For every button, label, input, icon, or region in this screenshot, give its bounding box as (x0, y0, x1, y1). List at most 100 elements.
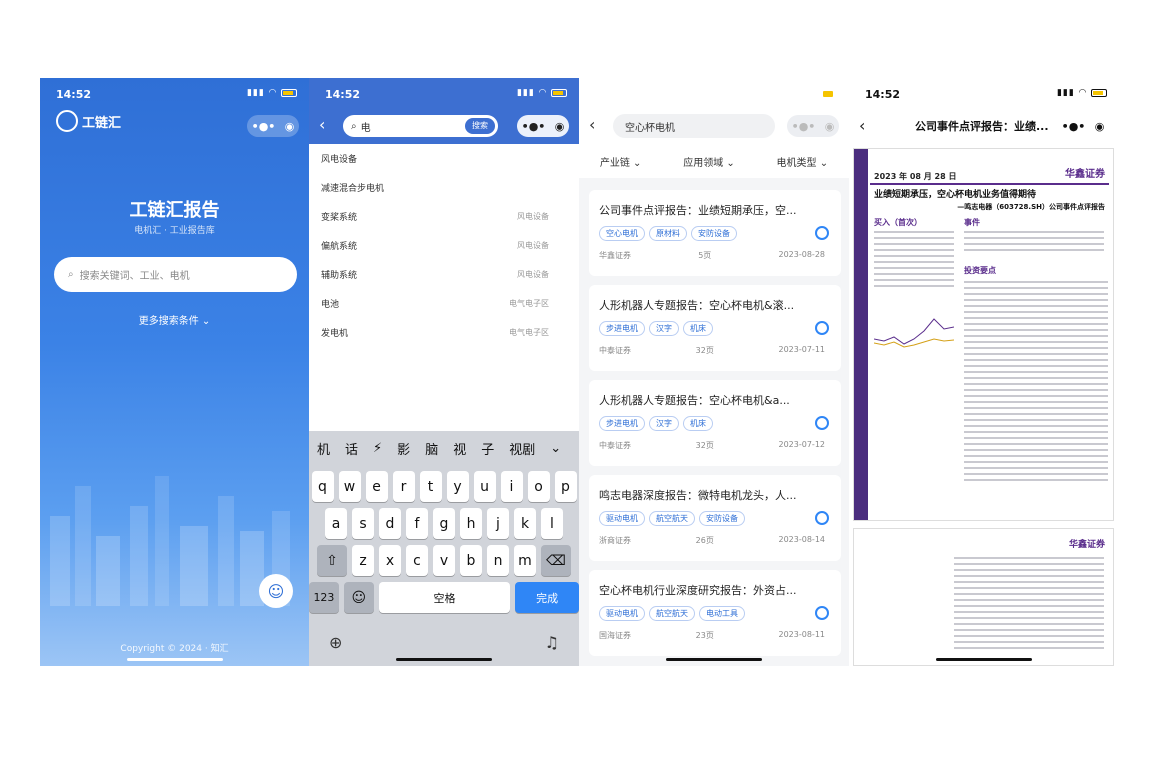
letter-key[interactable]: x (379, 545, 401, 576)
candidate-word[interactable]: 子 (481, 439, 494, 458)
letter-key[interactable]: j (487, 508, 509, 539)
letter-key[interactable]: c (406, 545, 428, 576)
candidate-word[interactable]: 影 (397, 439, 410, 458)
tag-chip[interactable]: 电动工具 (699, 606, 745, 621)
close-icon[interactable]: ◉ (555, 120, 565, 133)
tag-chip[interactable]: 驱动电机 (599, 511, 645, 526)
suggestion-item[interactable]: 风电设备 (309, 144, 579, 173)
more-icon[interactable]: •●• (792, 120, 816, 133)
tag-chip[interactable]: 驱动电机 (599, 606, 645, 621)
letter-key[interactable]: s (352, 508, 374, 539)
tag-chip[interactable]: 步进电机 (599, 416, 645, 431)
letter-key[interactable]: k (514, 508, 536, 539)
report-card[interactable]: 空心杯电机行业深度研究报告：外资占... 驱动电机 航空航天 电动工具 国海证券 23页 2… (589, 570, 841, 656)
miniapp-capsule[interactable]: •●• ◉ (1057, 115, 1109, 137)
letter-key[interactable]: w (338, 471, 361, 502)
done-key[interactable]: 完成 (515, 582, 579, 613)
tag-chip[interactable]: 空心电机 (599, 226, 645, 241)
tag-chip[interactable]: 安防设备 (699, 511, 745, 526)
candidate-word[interactable]: 话 (345, 439, 358, 458)
letter-key[interactable]: a (325, 508, 347, 539)
miniapp-capsule[interactable]: •●• ◉ (247, 115, 299, 137)
close-icon[interactable]: ◉ (285, 120, 295, 133)
candidate-word[interactable]: 脑 (425, 439, 438, 458)
assistant-robot-button[interactable]: ☺ (259, 574, 293, 608)
tag-chip[interactable]: 航空航天 (649, 511, 695, 526)
letter-key[interactable]: v (433, 545, 455, 576)
letter-key[interactable]: b (460, 545, 482, 576)
more-icon[interactable]: •●• (1062, 120, 1086, 133)
letter-key[interactable]: r (392, 471, 415, 502)
letter-key[interactable]: o (527, 471, 550, 502)
filter-dropdown[interactable]: 应用领域 ⌄ (683, 154, 735, 169)
search-input[interactable]: ⌕ 电 搜索 (343, 115, 498, 137)
letter-key[interactable]: y (446, 471, 469, 502)
delete-key[interactable]: ⌫ (541, 545, 571, 576)
candidate-word[interactable]: ⚡ (373, 441, 382, 456)
refresh-icon[interactable] (815, 416, 829, 430)
more-filters-link[interactable]: 更多搜索条件 ⌄ (40, 312, 309, 327)
report-card[interactable]: 人形机器人专题报告：空心杯电机&a... 步进电机 汉字 机床 中泰证券 32页 2023-… (589, 380, 841, 466)
suggestion-item[interactable]: 偏航系统 风电设备 (309, 231, 579, 260)
tag-chip[interactable]: 步进电机 (599, 321, 645, 336)
back-icon[interactable]: ‹ (859, 116, 865, 135)
tag-chip[interactable]: 安防设备 (691, 226, 737, 241)
report-page-2[interactable]: 华鑫证券 (853, 528, 1114, 666)
more-icon[interactable]: •●• (522, 120, 546, 133)
letter-key[interactable]: z (352, 545, 374, 576)
suggestion-item[interactable]: 变桨系统 风电设备 (309, 202, 579, 231)
letter-key[interactable]: q (311, 471, 334, 502)
close-icon[interactable]: ◉ (1095, 120, 1105, 133)
letter-key[interactable]: u (473, 471, 496, 502)
candidate-word[interactable]: 视 (453, 439, 466, 458)
space-key[interactable]: 空格 (378, 582, 511, 613)
tag-chip[interactable]: 机床 (683, 416, 713, 431)
letter-key[interactable]: d (379, 508, 401, 539)
letter-key[interactable]: i (500, 471, 523, 502)
candidate-word[interactable]: 机 (317, 439, 330, 458)
letter-key[interactable]: m (514, 545, 536, 576)
tag-chip[interactable]: 原材料 (649, 226, 687, 241)
letter-key[interactable]: p (554, 471, 577, 502)
numbers-key[interactable]: 123 (309, 582, 339, 613)
refresh-icon[interactable] (815, 511, 829, 525)
report-card[interactable]: 公司事件点评报告：业绩短期承压，空... 空心电机 原材料 安防设备 华鑫证券 5页 202… (589, 190, 841, 276)
refresh-icon[interactable] (815, 321, 829, 335)
report-page-1[interactable]: 2023 年 08 月 28 日 华鑫证券 业绩短期承压，空心杯电机业务值得期待… (853, 148, 1114, 521)
tag-chip[interactable]: 航空航天 (649, 606, 695, 621)
suggestion-item[interactable]: 减速混合步电机 (309, 173, 579, 202)
search-button[interactable]: 搜索 (465, 118, 495, 134)
letter-key[interactable]: e (365, 471, 388, 502)
close-icon[interactable]: ◉ (825, 120, 835, 133)
letter-key[interactable]: n (487, 545, 509, 576)
candidate-word[interactable]: 视剧 (509, 439, 535, 458)
shift-key[interactable]: ⇧ (317, 545, 347, 576)
emoji-key[interactable]: ☺ (343, 582, 374, 613)
suggestion-item[interactable]: 发电机 电气电子区 (309, 318, 579, 347)
suggestion-item[interactable]: 辅助系统 风电设备 (309, 260, 579, 289)
globe-icon[interactable]: ⊕ (329, 633, 342, 652)
back-icon[interactable]: ‹ (589, 115, 595, 134)
back-icon[interactable]: ‹ (319, 115, 325, 134)
more-icon[interactable]: •●• (252, 120, 276, 133)
miniapp-capsule[interactable]: •●• ◉ (517, 115, 569, 137)
letter-key[interactable]: h (460, 508, 482, 539)
miniapp-capsule[interactable]: •●• ◉ (787, 115, 839, 137)
tag-chip[interactable]: 汉字 (649, 321, 679, 336)
letter-key[interactable]: f (406, 508, 428, 539)
letter-key[interactable]: g (433, 508, 455, 539)
candidate-word[interactable]: ⌄ (550, 441, 561, 456)
microphone-icon[interactable]: ♫ (545, 633, 559, 652)
filter-dropdown[interactable]: 电机类型 ⌄ (777, 154, 829, 169)
tag-chip[interactable]: 汉字 (649, 416, 679, 431)
search-input[interactable]: 空心杯电机 (613, 114, 775, 138)
filter-dropdown[interactable]: 产业链 ⌄ (600, 154, 642, 169)
refresh-icon[interactable] (815, 226, 829, 240)
search-input[interactable]: ⌕ 搜索关键词、工业、电机 (54, 257, 297, 292)
letter-key[interactable]: t (419, 471, 442, 502)
report-card[interactable]: 人形机器人专题报告：空心杯电机&滚... 步进电机 汉字 机床 中泰证券 32页 2023-… (589, 285, 841, 371)
report-card[interactable]: 鸣志电器深度报告：微特电机龙头，人... 驱动电机 航空航天 安防设备 浙商证券 26页 2… (589, 475, 841, 561)
suggestion-item[interactable]: 电池 电气电子区 (309, 289, 579, 318)
letter-key[interactable]: l (541, 508, 563, 539)
refresh-icon[interactable] (815, 606, 829, 620)
